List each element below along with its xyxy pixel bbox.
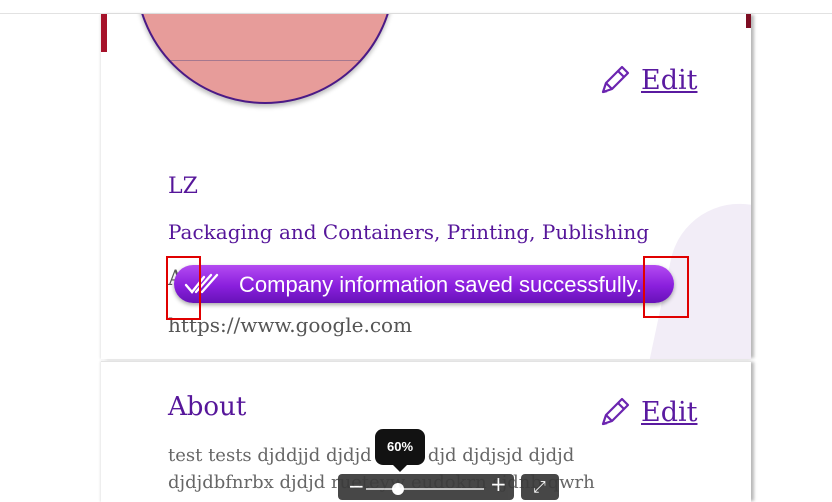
card-accent-right: [746, 14, 751, 28]
card-accent-left: [101, 14, 107, 52]
toast-message: Company information saved successfully.: [239, 272, 643, 297]
zoom-in-button[interactable]: +: [490, 472, 507, 496]
company-website-link[interactable]: https://www.google.com: [168, 313, 412, 337]
zoom-out-button[interactable]: −: [348, 474, 365, 498]
avatar-detail-line: [137, 60, 393, 61]
fullscreen-icon: ⤢: [533, 477, 546, 496]
pencil-icon: [601, 397, 630, 426]
company-logo-avatar[interactable]: [135, 14, 395, 104]
top-bar: [0, 0, 832, 14]
edit-about-button[interactable]: Edit: [597, 394, 697, 430]
highlight-box-left: [166, 256, 201, 320]
zoom-tooltip: 60%: [375, 429, 425, 472]
highlight-box-right: [643, 256, 689, 318]
fullscreen-button[interactable]: ⤢: [521, 474, 559, 500]
edit-about-label: Edit: [641, 396, 698, 428]
pencil-icon: [601, 65, 630, 94]
success-toast[interactable]: Company information saved successfully.: [174, 265, 674, 303]
zoom-slider-thumb[interactable]: [392, 483, 404, 495]
zoom-slider-track[interactable]: [366, 488, 484, 490]
edit-profile-button[interactable]: Edit: [597, 62, 697, 98]
company-name: LZ: [168, 174, 198, 199]
about-title: About: [168, 392, 247, 422]
company-industry: Packaging and Containers, Printing, Publ…: [168, 220, 650, 244]
zoom-control[interactable]: − +: [338, 472, 514, 500]
edit-profile-label: Edit: [641, 64, 698, 96]
